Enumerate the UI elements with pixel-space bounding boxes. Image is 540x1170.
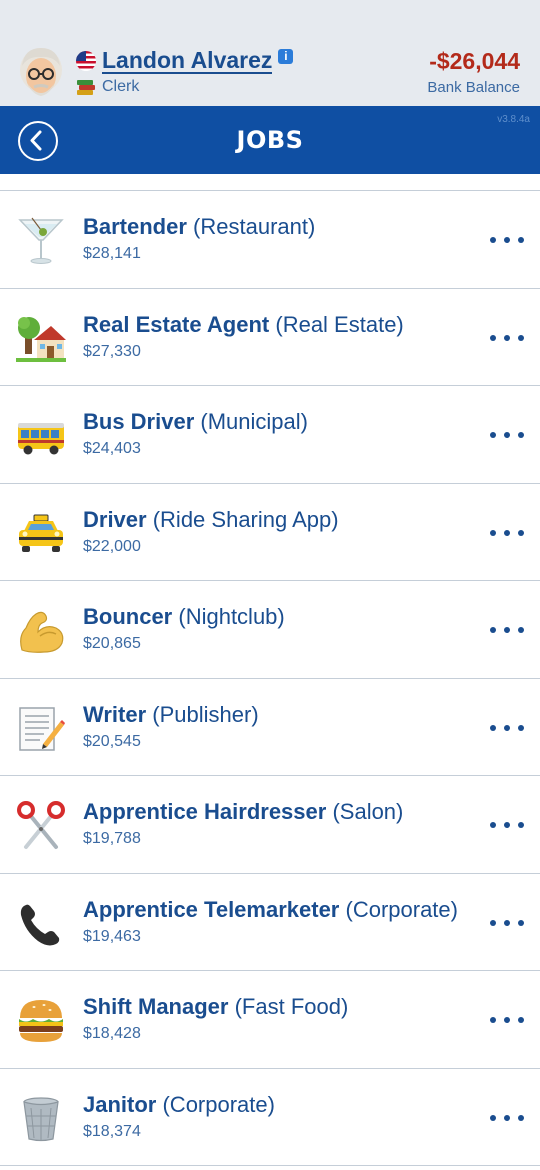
job-row[interactable]: Janitor (Corporate) $18,374 <box>0 1069 540 1166</box>
job-title: Janitor <box>83 1091 157 1117</box>
house-icon <box>16 316 66 362</box>
job-employer: (Publisher) <box>152 701 259 727</box>
job-title: Bouncer <box>83 604 173 629</box>
job-row[interactable]: Driver (Ride Sharing App) $22,000 <box>0 484 540 581</box>
job-employer: (Real Estate) <box>275 311 404 337</box>
job-title: Shift Manager <box>83 994 229 1019</box>
more-options-button[interactable] <box>490 227 524 253</box>
job-salary: $18,374 <box>83 1122 141 1140</box>
job-employer: (Municipal) <box>200 409 308 434</box>
job-salary: $20,545 <box>83 732 141 750</box>
title-bar: JOBS v3.8.4a <box>0 106 540 174</box>
job-row[interactable]: Shift Manager (Fast Food) $18,428 <box>0 971 540 1069</box>
us-flag-icon <box>76 51 96 71</box>
memo-icon <box>19 706 65 751</box>
more-options-button[interactable] <box>490 325 524 351</box>
books-icon <box>77 80 95 95</box>
avatar-icon[interactable] <box>16 44 66 102</box>
info-icon[interactable]: i <box>278 48 294 64</box>
more-options-button[interactable] <box>490 812 524 838</box>
job-row[interactable]: Bouncer (Nightclub) $20,865 <box>0 581 540 679</box>
job-title: Real Estate Agent <box>83 311 270 337</box>
job-employer: (Salon) <box>332 799 404 824</box>
cocktail-icon <box>18 217 64 264</box>
taxi-icon <box>19 514 63 552</box>
more-options-button[interactable] <box>490 520 524 546</box>
bank-balance-label: Bank Balance <box>427 79 520 96</box>
job-salary: $18,428 <box>83 1025 141 1042</box>
profile-header: Landon Alvarez i Clerk -$26,044 Bank Bal… <box>0 0 540 106</box>
job-title: Driver <box>83 506 147 532</box>
more-options-button[interactable] <box>490 617 524 643</box>
job-salary: $24,403 <box>83 440 141 457</box>
job-row[interactable]: Apprentice Hairdresser (Salon) $19,788 <box>0 776 540 874</box>
job-row[interactable]: Real Estate Agent (Real Estate) $27,330 <box>0 289 540 386</box>
job-salary: $28,141 <box>83 245 141 262</box>
version-label: v3.8.4a <box>497 114 530 125</box>
job-list: Bartender (Restaurant) $28,141 Real Esta… <box>0 190 540 1166</box>
job-employer: (Corporate) <box>345 896 458 922</box>
job-row[interactable]: Apprentice Telemarketer (Corporate) $19,… <box>0 874 540 971</box>
scissors-icon <box>17 801 65 849</box>
page-title: JOBS <box>236 126 304 154</box>
job-role: Clerk <box>102 78 140 95</box>
more-options-button[interactable] <box>490 422 524 448</box>
job-title: Writer <box>83 701 147 727</box>
wastebasket-icon <box>23 1096 59 1141</box>
job-salary: $27,330 <box>83 342 141 360</box>
hamburger-icon <box>19 1000 63 1042</box>
player-name[interactable]: Landon Alvarez <box>102 48 273 74</box>
telephone-icon <box>20 904 60 945</box>
job-salary: $20,865 <box>83 635 141 652</box>
job-salary: $22,000 <box>83 537 141 555</box>
more-options-button[interactable] <box>490 1105 524 1131</box>
job-row[interactable]: Writer (Publisher) $20,545 <box>0 679 540 776</box>
job-employer: (Corporate) <box>162 1091 275 1117</box>
job-salary: $19,788 <box>83 830 141 847</box>
job-title: Apprentice Hairdresser <box>83 799 327 824</box>
bus-icon <box>18 423 64 455</box>
flexed-biceps-icon <box>20 611 64 653</box>
job-employer: (Fast Food) <box>234 994 349 1019</box>
job-title: Bartender <box>83 214 187 239</box>
job-row[interactable]: Bus Driver (Municipal) $24,403 <box>0 386 540 484</box>
job-title: Apprentice Telemarketer <box>83 896 340 922</box>
more-options-button[interactable] <box>490 1007 524 1033</box>
bank-balance-value: -$26,044 <box>429 48 520 74</box>
more-options-button[interactable] <box>490 715 524 741</box>
job-row[interactable]: Bartender (Restaurant) $28,141 <box>0 191 540 289</box>
job-employer: (Restaurant) <box>193 214 316 239</box>
more-options-button[interactable] <box>490 910 524 936</box>
job-salary: $19,463 <box>83 927 141 945</box>
job-employer: (Nightclub) <box>178 604 285 629</box>
job-title: Bus Driver <box>83 409 195 434</box>
job-employer: (Ride Sharing App) <box>152 506 339 532</box>
